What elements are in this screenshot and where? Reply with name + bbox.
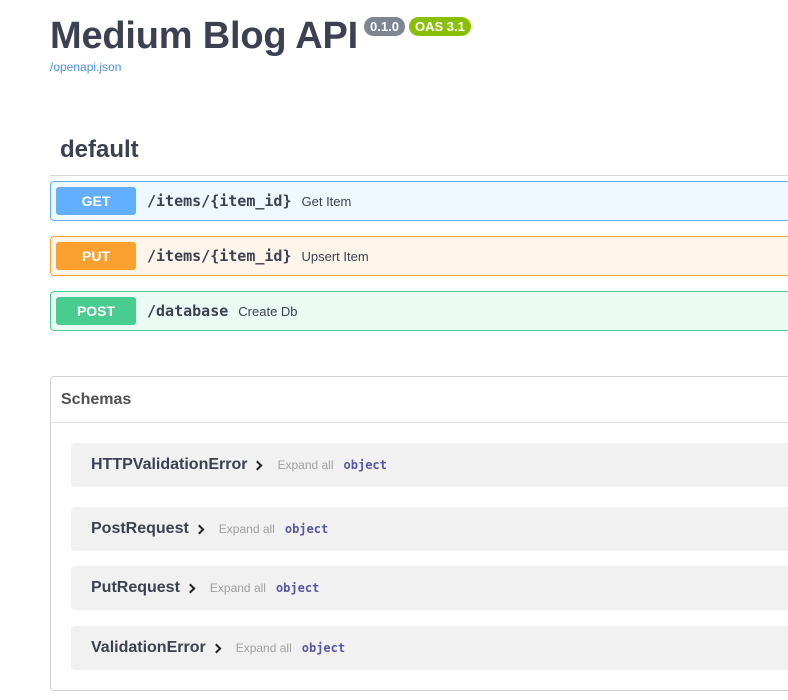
method-badge-put: PUT (56, 242, 136, 270)
operation-path: /database (147, 302, 229, 320)
expand-all-button[interactable]: Expand all (277, 458, 333, 472)
model-postrequest[interactable]: PostRequest Expand all object (71, 507, 788, 551)
model-type: object (284, 522, 329, 536)
operation-summary: Create Db (238, 303, 298, 319)
chevron-right-icon[interactable] (211, 643, 222, 654)
api-title: Medium Blog API (50, 15, 359, 57)
version-badge: 0.1.0 (364, 17, 405, 36)
oas-badge: OAS 3.1 (408, 17, 471, 36)
model-name: PutRequest (91, 579, 180, 596)
operation-summary: Upsert Item (301, 248, 369, 264)
openapi-json-link[interactable]: /openapi.json (50, 60, 121, 74)
schemas-panel: Schemas HTTPValidationError Expand all o… (50, 376, 788, 691)
model-httpvalidationerror[interactable]: HTTPValidationError Expand all object (71, 443, 788, 487)
model-type: object (301, 641, 346, 655)
model-name: ValidationError (91, 639, 206, 656)
model-type: object (275, 581, 320, 595)
operation-get-item[interactable]: GET /items/{item_id} Get Item (50, 181, 788, 221)
operation-create-db[interactable]: POST /database Create Db (50, 291, 788, 331)
chevron-right-icon[interactable] (185, 583, 196, 594)
expand-all-button[interactable]: Expand all (219, 522, 275, 536)
model-validationerror[interactable]: ValidationError Expand all object (71, 626, 788, 670)
operation-path: /items/{item_id} (147, 192, 292, 210)
api-info-header: Medium Blog API 0.1.0 OAS 3.1 (50, 14, 471, 58)
operation-path: /items/{item_id} (147, 247, 292, 265)
method-badge-post: POST (56, 297, 136, 325)
method-badge-get: GET (56, 187, 136, 215)
section-divider (50, 175, 788, 176)
model-name: PostRequest (91, 520, 189, 537)
schemas-title: Schemas (61, 390, 132, 408)
chevron-right-icon[interactable] (253, 460, 263, 471)
operation-summary: Get Item (301, 193, 352, 209)
expand-all-button[interactable]: Expand all (210, 581, 266, 595)
tag-section-title[interactable]: default (60, 134, 139, 166)
model-type: object (343, 458, 387, 472)
chevron-right-icon[interactable] (194, 524, 205, 535)
operation-upsert-item[interactable]: PUT /items/{item_id} Upsert Item (50, 236, 788, 276)
model-name: HTTPValidationError (91, 456, 248, 473)
schemas-header[interactable]: Schemas (51, 377, 788, 423)
model-putrequest[interactable]: PutRequest Expand all object (71, 566, 788, 610)
swagger-page: Medium Blog API 0.1.0 OAS 3.1 /openapi.j… (0, 0, 788, 700)
expand-all-button[interactable]: Expand all (236, 641, 292, 655)
